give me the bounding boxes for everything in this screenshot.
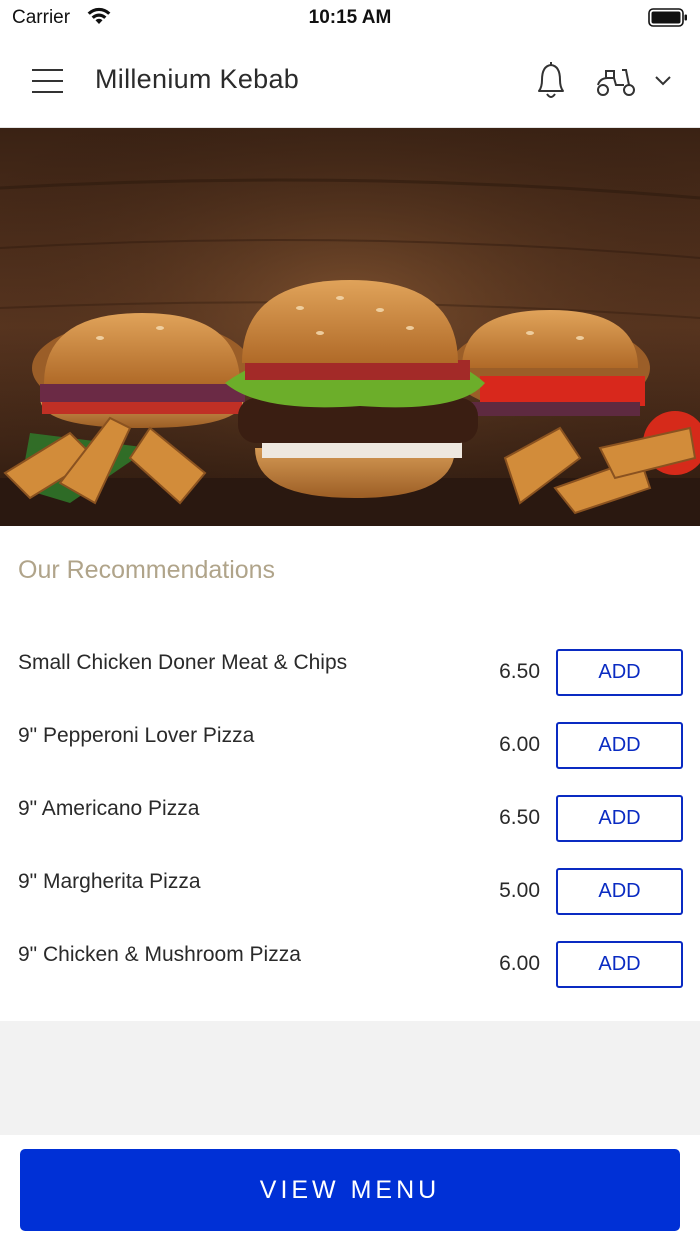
item-name: 9" Margherita Pizza [18,870,201,893]
status-bar: Carrier 10:15 AM [0,0,700,34]
status-time: 10:15 AM [308,7,392,28]
app-header: Millenium Kebab [0,34,700,128]
list-item: 9" Chicken & Mushroom Pizza 6.00 ADD [0,941,700,1003]
chevron-down-icon[interactable] [651,72,675,88]
hero-food-illustration [0,128,700,526]
delivery-scooter-icon[interactable] [594,64,638,98]
restaurant-title: Millenium Kebab [95,64,300,94]
list-item: 9" Pepperoni Lover Pizza 6.00 ADD [0,722,700,784]
add-button[interactable]: ADD [556,722,683,769]
recommendations-section: Our Recommendations Small Chicken Doner … [0,526,700,1021]
item-price: 6.50 [499,806,540,829]
add-button[interactable]: ADD [556,941,683,988]
item-price: 6.00 [499,952,540,975]
item-name: 9" Chicken & Mushroom Pizza [18,943,301,966]
battery-icon [648,8,687,27]
view-menu-button[interactable]: VIEW MENU [20,1149,680,1231]
bell-icon[interactable] [530,58,572,102]
bottom-bar: VIEW MENU [0,1135,700,1244]
list-item: 9" Margherita Pizza 5.00 ADD [0,868,700,930]
item-name: 9" Americano Pizza [18,797,200,820]
item-name: 9" Pepperoni Lover Pizza [18,724,255,747]
hero-image [0,128,700,526]
add-button[interactable]: ADD [556,795,683,842]
item-price: 5.00 [499,879,540,902]
item-name: Small Chicken Doner Meat & Chips [18,651,348,674]
hamburger-menu-icon[interactable] [24,62,70,100]
item-price: 6.50 [499,660,540,683]
item-price: 6.00 [499,733,540,756]
list-item: Small Chicken Doner Meat & Chips 6.50 AD… [0,649,700,711]
recommendations-title: Our Recommendations [18,556,276,584]
add-button[interactable]: ADD [556,649,683,696]
list-item: 9" Americano Pizza 6.50 ADD [0,795,700,857]
add-button[interactable]: ADD [556,868,683,915]
